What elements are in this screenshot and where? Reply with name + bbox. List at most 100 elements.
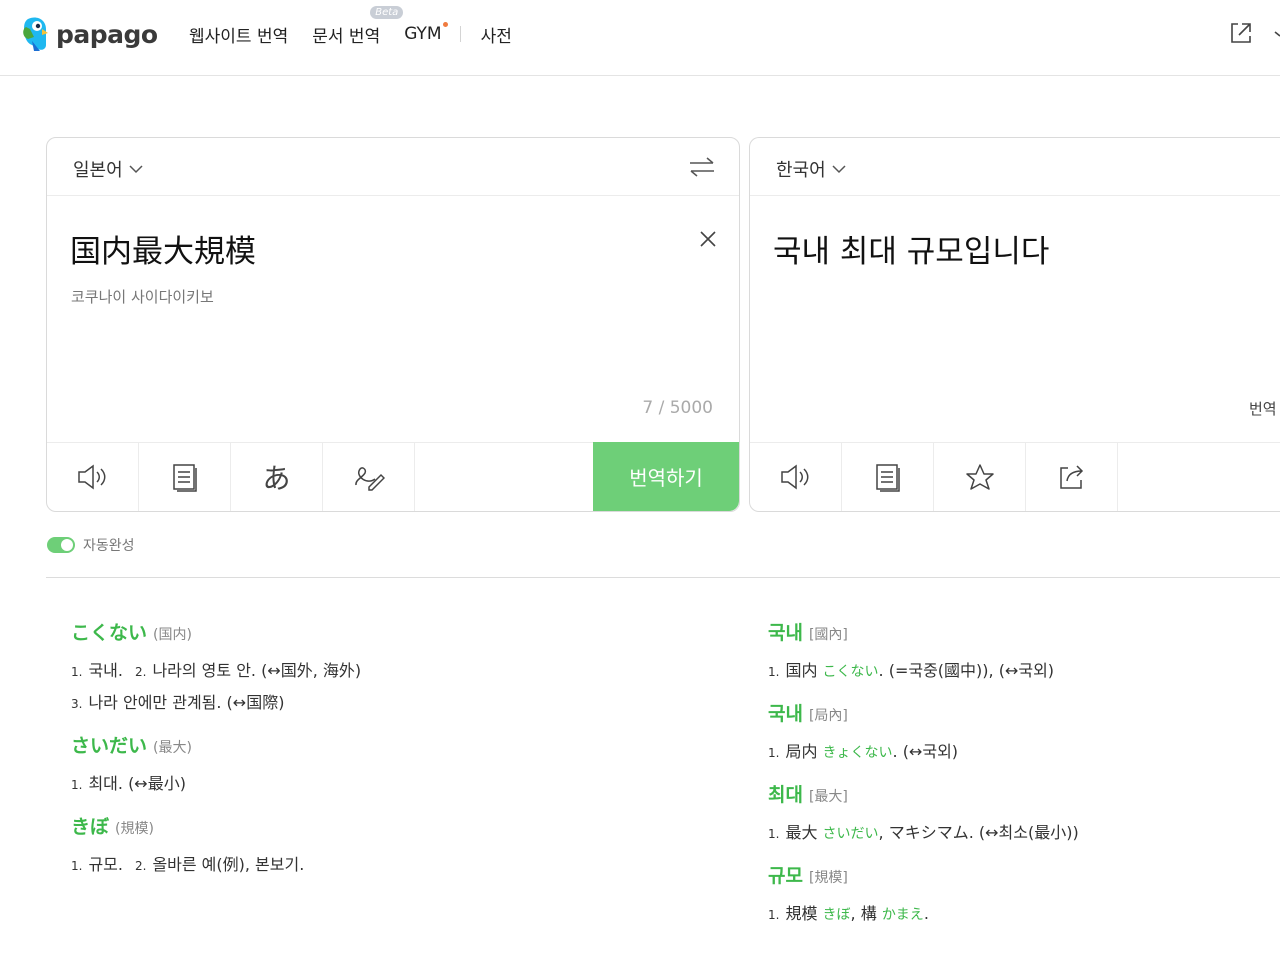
target-listen-button[interactable] — [750, 443, 842, 511]
target-notes-button[interactable] — [842, 443, 934, 511]
target-toolbar — [750, 442, 1280, 511]
section-divider — [46, 577, 1280, 578]
dict-meaning-line: 1. 最大 さいだい, マキシマム. (↔최소(最小)) — [768, 819, 1280, 843]
source-panel: 일본어 国内最大規模 코쿠나이 사이다이키보 7 / 5000 あ 번역하기 — [46, 137, 740, 512]
dict-entry: 최대 [最大] 1. 最大 さいだい, マキシマム. (↔최소(最小)) — [768, 780, 1280, 843]
meaning-number: 1. — [768, 908, 780, 922]
meaning-text: 나라의 영토 안. (↔国外, 海外) — [152, 661, 362, 680]
clear-text-icon[interactable] — [699, 230, 717, 248]
top-header: papago 웹사이트 번역 문서 번역 Beta GYM 사전 — [0, 0, 1280, 76]
notes-icon — [875, 464, 900, 492]
star-icon — [965, 464, 994, 490]
beta-badge: Beta — [370, 5, 404, 19]
meaning-number: 2. — [134, 665, 147, 679]
dict-entry: 규모 [規模] 1. 規模 きぼ, 構 かまえ. — [768, 861, 1280, 924]
meaning-text: , 構 — [850, 904, 882, 923]
dict-meaning-line: 3. 나라 안에만 관계됨. (↔国際) — [71, 689, 711, 713]
dictionary-korean: 국내 [國內] 1. 国内 こくない. (=국중(國中)), (↔국외) 국내 [… — [768, 618, 1280, 942]
main-nav: 웹사이트 번역 문서 번역 Beta GYM 사전 — [189, 5, 536, 47]
dict-headword[interactable]: 최대 — [768, 780, 803, 807]
logo-text: papago — [56, 19, 158, 49]
notes-icon — [172, 464, 197, 492]
favorite-button[interactable] — [934, 443, 1026, 511]
meaning-number: 2. — [134, 859, 147, 873]
source-text-input[interactable]: 国内最大規模 — [70, 226, 256, 271]
dict-headword[interactable]: 국내 — [768, 618, 803, 645]
target-language-select[interactable]: 한국어 — [776, 156, 846, 182]
dict-entry: きぼ (規模) 1. 규모. 2. 올바른 예(例), 본보기. — [71, 812, 711, 875]
source-language-select[interactable]: 일본어 — [73, 156, 143, 182]
autocomplete-label: 자동완성 — [83, 538, 135, 554]
share-button[interactable] — [1026, 443, 1118, 511]
dict-entry-head: 최대 [最大] — [768, 780, 1280, 807]
source-notes-button[interactable] — [139, 443, 231, 511]
meaning-number: 1. — [71, 778, 83, 792]
hiragana-icon: あ — [262, 462, 291, 495]
dict-headword[interactable]: 규모 — [768, 861, 803, 888]
japanese-reading[interactable]: きぼ — [823, 907, 851, 923]
source-panel-header: 일본어 — [47, 138, 739, 196]
source-pronunciation: 코쿠나이 사이다이키보 — [71, 288, 214, 306]
dict-hanja: (国内) — [153, 627, 192, 643]
meaning-number: 1. — [768, 827, 780, 841]
meaning-text: . (=국중(國中)), (↔국외) — [878, 661, 1055, 680]
source-language-label: 일본어 — [73, 160, 123, 181]
dict-meaning-line: 1. 規模 きぼ, 構 かまえ. — [768, 900, 1280, 924]
dict-meaning-line: 1. 최대. (↔最小) — [71, 770, 711, 794]
meaning-text: 규모. — [88, 855, 123, 874]
source-hiragana-button[interactable]: あ — [231, 443, 323, 511]
meaning-text: 나라 안에만 관계됨. (↔国際) — [88, 693, 285, 712]
nav-document-label: 문서 번역 — [312, 26, 381, 47]
swap-languages-icon[interactable] — [689, 156, 715, 178]
dict-headword[interactable]: きぼ — [71, 812, 109, 839]
dict-meaning-line: 1. 国内 こくない. (=국중(國中)), (↔국외) — [768, 657, 1280, 681]
meaning-text: , マキシマム. (↔최소(最小)) — [878, 823, 1079, 842]
translate-button[interactable]: 번역하기 — [593, 442, 739, 511]
nav-gym-label: GYM — [404, 24, 442, 44]
chevron-down-icon[interactable] — [1272, 20, 1280, 46]
meaning-text: 국내. — [88, 661, 123, 680]
share-icon — [1059, 465, 1083, 489]
translation-side-label: 번역 — [1249, 400, 1277, 418]
nav-dictionary[interactable]: 사전 — [481, 22, 512, 47]
meaning-text: 올바른 예(例), 본보기. — [152, 855, 305, 874]
nav-document-translate[interactable]: 문서 번역 Beta — [312, 5, 404, 47]
meaning-text: . — [923, 904, 929, 923]
dict-hanja: [局內] — [808, 708, 848, 724]
dict-headword[interactable]: さいだい — [71, 731, 147, 758]
dict-hanja: (最大) — [153, 740, 192, 756]
meaning-text: 최대. (↔最小) — [88, 774, 186, 793]
nav-gym[interactable]: GYM — [404, 22, 448, 44]
chevron-down-icon — [832, 165, 846, 174]
dict-hanja: [最大] — [808, 789, 848, 805]
japanese-reading[interactable]: さいだい — [823, 826, 879, 842]
japanese-reading[interactable]: かまえ — [882, 907, 924, 923]
dict-meaning-line: 1. 국내. 2. 나라의 영토 안. (↔国外, 海外) — [71, 657, 711, 681]
japanese-reading[interactable]: きょくない — [823, 745, 893, 761]
autocomplete-toggle[interactable] — [47, 537, 75, 553]
meaning-number: 1. — [71, 665, 83, 679]
dict-meaning-line: 1. 局内 きょくない. (↔국외) — [768, 738, 1280, 762]
dict-entry: 국내 [國內] 1. 国内 こくない. (=국중(國中)), (↔국외) — [768, 618, 1280, 681]
source-handwriting-button[interactable] — [323, 443, 415, 511]
papago-logo[interactable]: papago — [20, 14, 158, 54]
target-language-label: 한국어 — [776, 160, 826, 181]
dict-headword[interactable]: 국내 — [768, 699, 803, 726]
meaning-number: 1. — [71, 859, 83, 873]
japanese-reading[interactable]: こくない — [823, 664, 879, 680]
target-panel-header: 한국어 — [750, 138, 1280, 196]
nav-website-translate[interactable]: 웹사이트 번역 — [189, 22, 288, 47]
dict-entry-head: 국내 [局內] — [768, 699, 1280, 726]
meaning-number: 1. — [768, 665, 780, 679]
dict-entry: こくない (国内) 1. 국내. 2. 나라의 영토 안. (↔国外, 海外) 3. 나… — [71, 618, 711, 713]
chevron-down-icon — [129, 165, 143, 174]
character-counter: 7 / 5000 — [642, 398, 713, 418]
source-listen-button[interactable] — [47, 443, 139, 511]
speaker-icon — [77, 464, 105, 490]
meaning-text: 規模 — [785, 904, 823, 923]
meaning-text: 最大 — [785, 823, 823, 842]
dict-entry-head: 규모 [規模] — [768, 861, 1280, 888]
external-link-icon[interactable] — [1228, 20, 1254, 46]
meaning-text: 国内 — [785, 661, 823, 680]
dict-headword[interactable]: こくない — [71, 618, 147, 645]
